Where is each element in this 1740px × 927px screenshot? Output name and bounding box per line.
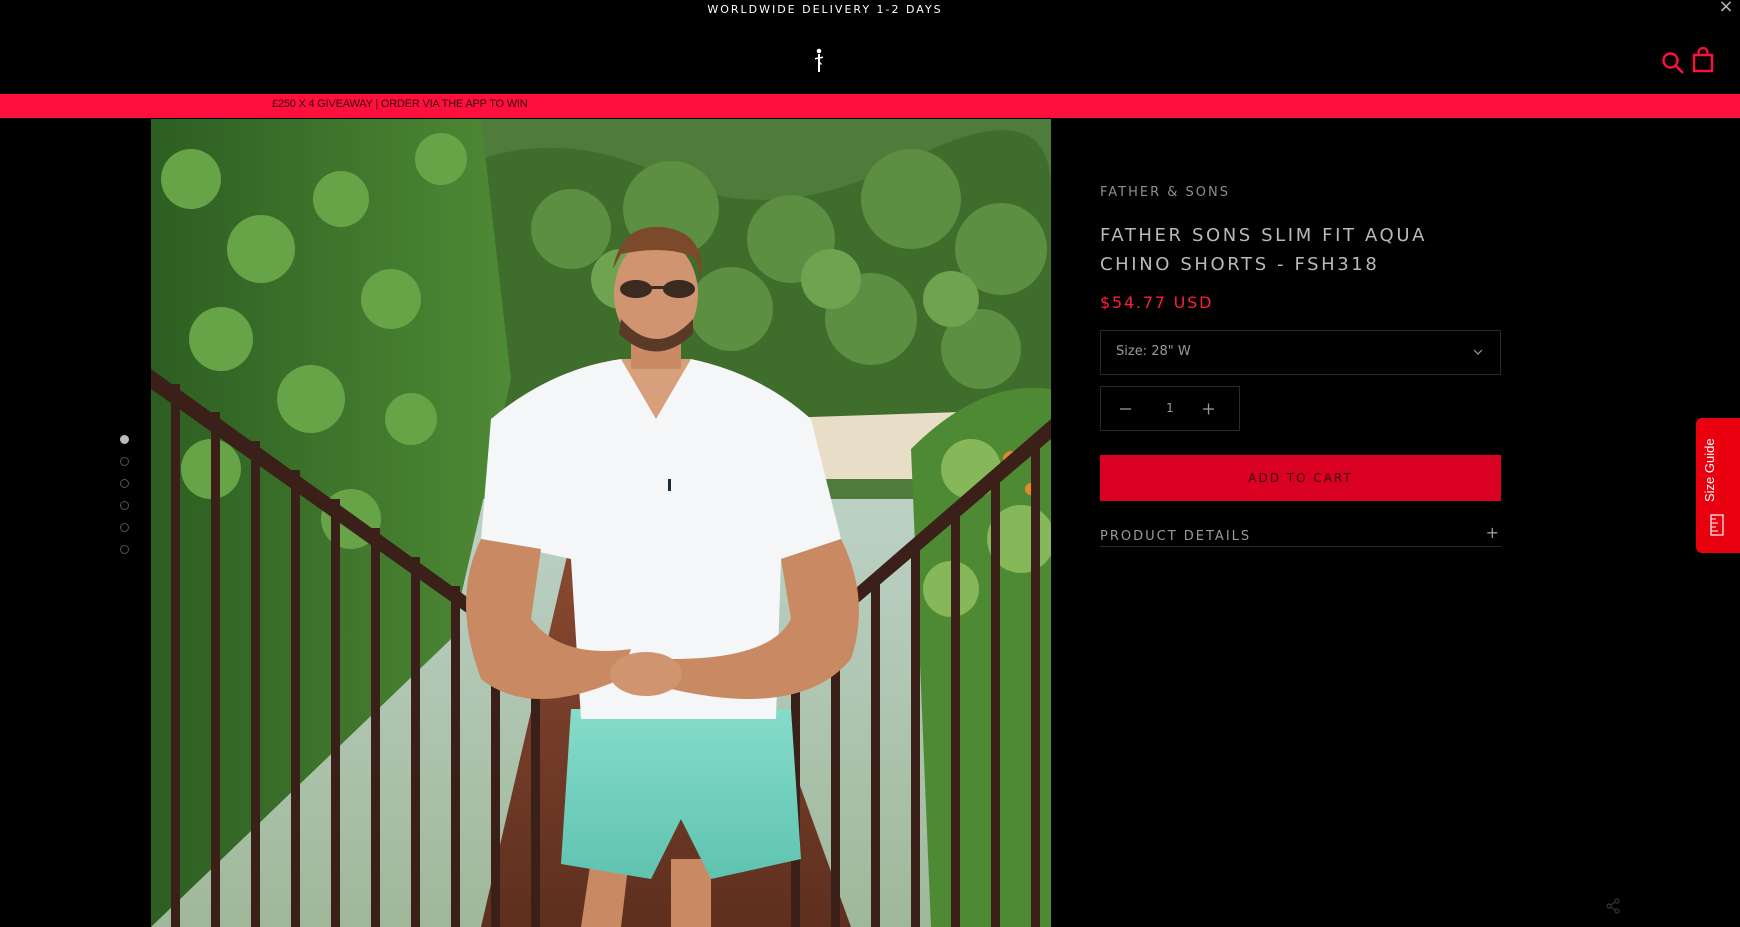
product-vendor[interactable]: FATHER & SONS — [1100, 185, 1501, 200]
close-icon[interactable]: × — [1716, 0, 1736, 17]
decrease-quantity-button[interactable] — [1101, 387, 1147, 430]
gallery-dot[interactable] — [120, 457, 129, 466]
search-icon[interactable] — [1660, 50, 1686, 76]
product-price: $54.77 USD — [1100, 293, 1214, 312]
size-select[interactable]: Size: 28" W — [1100, 330, 1501, 375]
add-to-cart-button[interactable]: ADD TO CART — [1100, 455, 1501, 501]
size-select-value: Size: 28" W — [1116, 344, 1191, 359]
announcement-text: WORLDWIDE DELIVERY 1-2 DAYS — [707, 3, 943, 16]
product-image[interactable] — [151, 119, 1051, 927]
quantity-stepper: 1 — [1100, 386, 1240, 431]
gallery-dot[interactable] — [120, 479, 129, 488]
shopping-bag-icon[interactable] — [1690, 47, 1716, 73]
size-guide-label: Size Guide — [1702, 438, 1717, 502]
announcement-bar: WORLDWIDE DELIVERY 1-2 DAYS × — [0, 0, 1740, 20]
size-guide-tab[interactable]: Size Guide — [1696, 418, 1740, 553]
gallery-dot[interactable] — [120, 435, 129, 444]
ruler-icon — [1710, 514, 1724, 536]
product-info: FATHER & SONS FATHER SONS SLIM FIT AQUA … — [1100, 185, 1501, 547]
gallery-dot[interactable] — [120, 523, 129, 532]
product-title: FATHER SONS SLIM FIT AQUA CHINO SHORTS -… — [1100, 225, 1428, 275]
gallery-dot[interactable] — [120, 545, 129, 554]
chevron-down-icon — [1473, 349, 1483, 355]
product-details-label: PRODUCT DETAILS — [1100, 529, 1252, 544]
quantity-input[interactable]: 1 — [1147, 401, 1193, 415]
gallery-dot[interactable] — [120, 501, 129, 510]
gallery-pagination — [120, 435, 134, 567]
site-header — [0, 20, 1740, 93]
share-icon[interactable] — [1605, 898, 1621, 914]
product-details-toggle[interactable]: PRODUCT DETAILS + — [1100, 523, 1501, 547]
plus-icon: + — [1485, 523, 1499, 542]
promo-bar: £250 X 4 GIVEAWAY | ORDER VIA THE APP TO… — [0, 94, 1740, 118]
increase-quantity-button[interactable] — [1193, 387, 1239, 430]
father-and-sons-logo-icon[interactable] — [812, 48, 826, 74]
product-photo — [151, 119, 1051, 927]
promo-link[interactable]: £250 X 4 GIVEAWAY | ORDER VIA THE APP TO… — [272, 98, 528, 110]
